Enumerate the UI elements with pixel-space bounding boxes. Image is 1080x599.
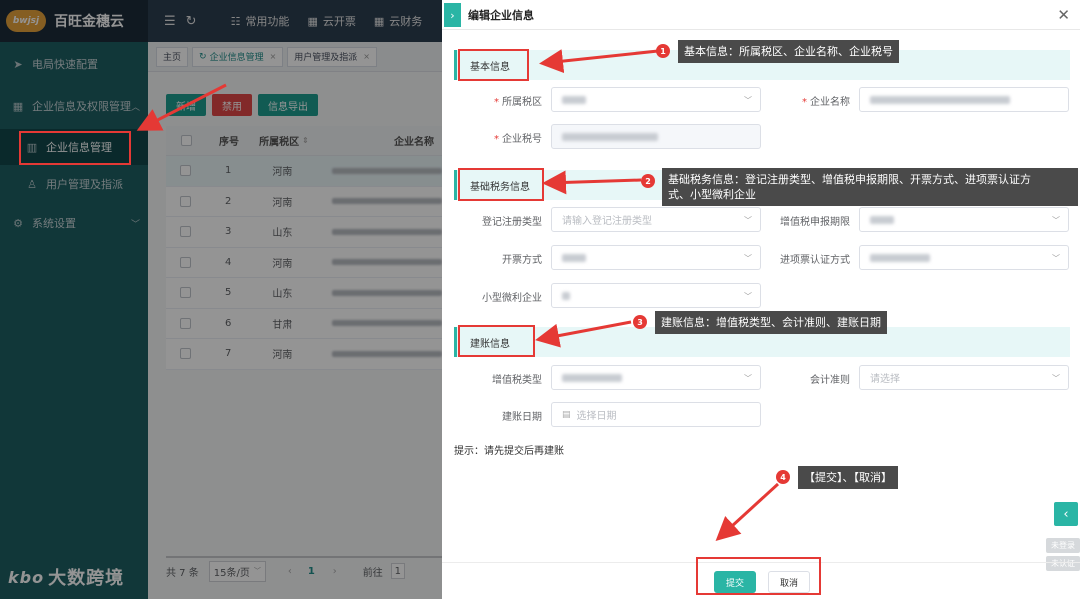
accounting-placeholder: 请选择 — [870, 374, 900, 385]
vat-type-label: 增值税类型 — [492, 375, 542, 386]
tax-id-label: * 企业税号 — [472, 130, 542, 145]
highlight-box — [458, 325, 535, 357]
tax-id-input — [551, 124, 761, 149]
account-date-placeholder: 选择日期 — [576, 411, 617, 422]
redacted-value — [870, 95, 1010, 104]
annotation-number: 4 — [776, 470, 790, 484]
input-auth-label: 进项票认证方式 — [780, 255, 850, 266]
required-mark: * — [802, 97, 807, 108]
chevron-down-icon: ﹀ — [1052, 254, 1060, 263]
redacted-value — [562, 132, 658, 141]
close-icon[interactable]: ✕ — [1057, 6, 1070, 24]
annotation-callout: 基本信息：所属税区、企业名称、企业税号 — [678, 40, 899, 63]
company-name-label: * 企业名称 — [782, 93, 850, 108]
redacted-value — [562, 373, 622, 382]
invoice-method-select[interactable]: ﹀ — [551, 245, 761, 270]
accounting-standard-label: 会计准则 — [810, 375, 850, 386]
annotation-callout: 【提交】、【取消】 — [798, 466, 898, 489]
modal-overlay[interactable] — [0, 0, 442, 599]
annotation-callout: 建账信息：增值税类型、会计准则、建账日期 — [655, 311, 887, 334]
chevron-down-icon: ﹀ — [744, 292, 752, 301]
chevron-down-icon: ﹀ — [1052, 216, 1060, 225]
label-text: 所属税区 — [502, 97, 542, 108]
chevron-down-icon: ﹀ — [744, 96, 752, 105]
reg-type-placeholder: 请输入登记注册类型 — [562, 216, 652, 227]
calendar-icon: ▤ — [562, 409, 571, 420]
annotation-line: 式、小型微利企业 — [668, 188, 756, 201]
vat-period-select[interactable]: ﹀ — [859, 207, 1069, 232]
tax-area-select[interactable]: ﹀ — [551, 87, 761, 112]
redacted-value — [562, 253, 586, 262]
account-date-label: 建账日期 — [502, 412, 542, 423]
highlight-box — [458, 168, 544, 201]
chevron-down-icon: ﹀ — [744, 254, 752, 263]
dialog-title: 编辑企业信息 — [468, 8, 534, 22]
tax-area-label: * 所属税区 — [472, 93, 542, 108]
invoice-method-label: 开票方式 — [502, 255, 542, 266]
annotation-line: 基础税务信息：登记注册类型、增值税申报期限、开票方式、进项票认证方 — [668, 173, 1031, 186]
label-text: 企业名称 — [810, 97, 850, 108]
small-micro-select[interactable]: ﹀ — [551, 283, 761, 308]
company-name-input[interactable] — [859, 87, 1069, 112]
chevron-right-icon[interactable]: › — [444, 3, 461, 27]
edit-enterprise-dialog: › 编辑企业信息 ✕ 基本信息 * 所属税区 ﹀ * 企业名称 * 企业税号 基础税务… — [442, 0, 1080, 599]
redacted-value — [870, 253, 930, 262]
reg-type-label: 登记注册类型 — [482, 217, 542, 228]
annotation-number: 2 — [641, 174, 655, 188]
highlight-box-sidebar — [19, 131, 131, 165]
required-mark: * — [494, 97, 499, 108]
redacted-value — [562, 291, 570, 300]
input-auth-select[interactable]: ﹀ — [859, 245, 1069, 270]
required-mark: * — [494, 134, 499, 145]
redacted-value — [562, 95, 586, 104]
chevron-left-icon[interactable]: ‹ — [1054, 502, 1078, 526]
accounting-standard-select[interactable]: 请选择 ﹀ — [859, 365, 1069, 390]
chevron-down-icon: ﹀ — [1052, 374, 1060, 383]
vat-period-label: 增值税申报期限 — [780, 217, 850, 228]
reg-type-select[interactable]: 请输入登记注册类型 ﹀ — [551, 207, 761, 232]
account-date-picker[interactable]: ▤ 选择日期 — [551, 402, 761, 427]
label-text: 企业税号 — [502, 134, 542, 145]
annotation-number: 3 — [633, 315, 647, 329]
annotation-number: 1 — [656, 44, 670, 58]
annotation-callout: 基础税务信息：登记注册类型、增值税申报期限、开票方式、进项票认证方 式、小型微利… — [662, 168, 1078, 206]
submit-tip: 提示：请先提交后再建账 — [454, 446, 564, 457]
small-micro-label: 小型微利企业 — [482, 293, 542, 304]
chevron-down-icon: ﹀ — [744, 374, 752, 383]
vat-type-select[interactable]: ﹀ — [551, 365, 761, 390]
highlight-box — [458, 49, 529, 81]
not-logged-in-badge: 未登录 — [1046, 538, 1080, 553]
redacted-value — [870, 215, 894, 224]
dialog-header: › 编辑企业信息 ✕ — [442, 0, 1080, 30]
highlight-box — [696, 557, 821, 595]
chevron-down-icon: ﹀ — [744, 216, 752, 225]
